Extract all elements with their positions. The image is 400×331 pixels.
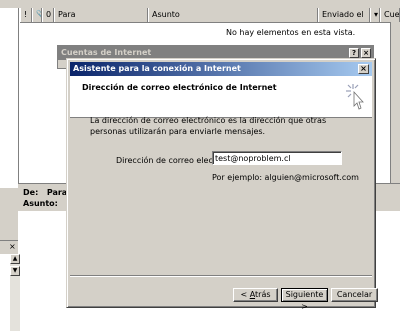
col-subject[interactable]: Asunto (148, 8, 318, 22)
email-example-hint: Por ejemplo: alguien@microsoft.com (212, 173, 359, 182)
col-account[interactable]: Cue (380, 8, 400, 22)
folder-pane (0, 8, 19, 188)
window-top-strip (0, 0, 400, 8)
message-list-header: ! 📎 0 Para Asunto Enviado el ▾ Cue (20, 8, 400, 23)
from-value: Para (46, 188, 68, 197)
empty-list-message: No hay elementos en esta vista. (226, 28, 356, 37)
subject-label: Asunto: (23, 199, 58, 208)
arrow-down-icon: ▼ (12, 267, 18, 274)
contacts-close-button[interactable]: × (9, 242, 16, 251)
accounts-close-button[interactable]: × (361, 48, 371, 58)
scroll-up-button[interactable]: ▲ (10, 254, 20, 264)
connection-wizard-dialog: Asistente para la conexión a Internet × … (66, 58, 378, 311)
scroll-down-button[interactable]: ▼ (10, 266, 20, 276)
message-list-scrollbar[interactable] (390, 22, 400, 183)
wizard-header: Dirección de correo electrónico de Inter… (70, 76, 372, 118)
wizard-title-bar: Asistente para la conexión a Internet × (70, 62, 372, 76)
col-sort-indicator[interactable]: ▾ (370, 8, 380, 22)
wizard-heading: Dirección de correo electrónico de Inter… (82, 83, 277, 92)
wizard-description: La dirección de correo electrónico es la… (90, 116, 327, 136)
back-button[interactable]: < Atrás (233, 288, 278, 302)
left-divider (0, 188, 18, 240)
wizard-wand-icon (346, 84, 364, 110)
wizard-separator (70, 275, 372, 277)
col-attachment[interactable]: 📎 (32, 8, 42, 22)
cancel-button[interactable]: Cancelar (331, 288, 378, 302)
back-button-label: trás (255, 290, 271, 299)
wizard-close-button[interactable]: × (358, 64, 369, 74)
arrow-up-icon: ▲ (12, 255, 18, 262)
email-input[interactable] (212, 151, 342, 165)
wizard-title: Asistente para la conexión a Internet (73, 64, 241, 73)
help-button[interactable]: ? (349, 48, 359, 58)
col-sent[interactable]: Enviado el (318, 8, 370, 22)
col-priority[interactable]: ! (20, 8, 32, 22)
from-label: De: (23, 188, 39, 197)
back-button-prefix: < (240, 290, 250, 299)
contacts-scrollbar[interactable]: ▲ ▼ (9, 254, 20, 331)
preview-from-row: De: Para (23, 188, 67, 197)
accounts-title-buttons: ? × (349, 48, 371, 58)
next-button[interactable]: Siguiente > (281, 288, 328, 311)
col-to[interactable]: Para (54, 8, 148, 22)
col-flag[interactable]: 0 (42, 8, 54, 22)
sort-arrow-icon: ▾ (374, 10, 379, 19)
